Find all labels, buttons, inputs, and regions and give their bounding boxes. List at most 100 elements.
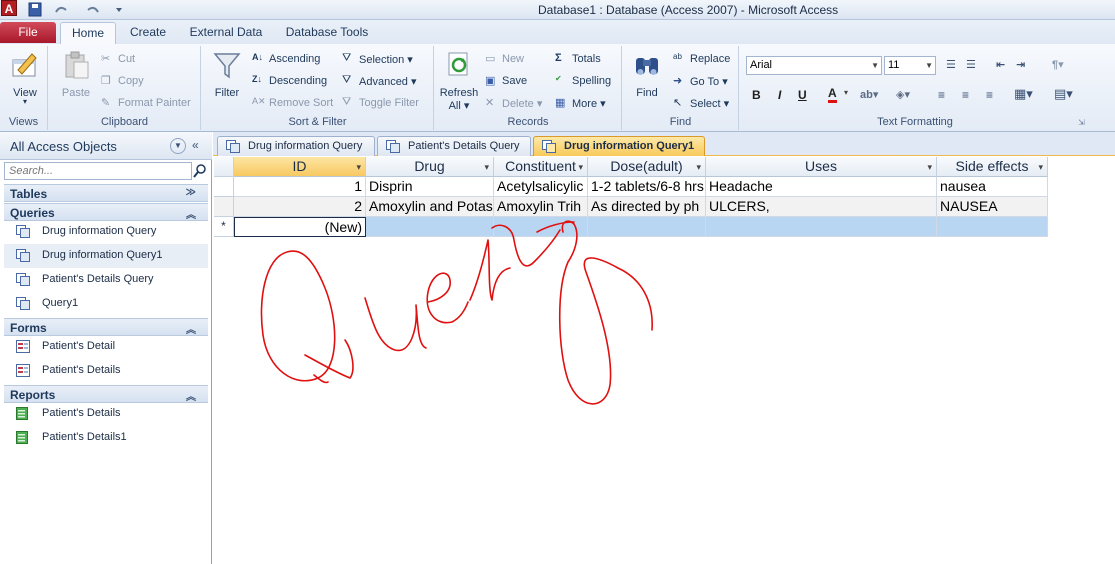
italic-button[interactable]: I <box>778 88 781 102</box>
cell-side-effects[interactable]: NAUSEA <box>937 197 1048 217</box>
nav-item-form[interactable]: Patient's Detail <box>4 335 208 359</box>
nav-section-queries[interactable]: Queries ︽ <box>4 203 208 221</box>
chevron-down-icon[interactable]: ▾ <box>484 158 489 176</box>
totals-button[interactable]: Σ Totals <box>555 52 601 66</box>
chevron-down-icon[interactable]: ▼ <box>170 138 186 154</box>
doc-tab-drug-information-query[interactable]: Drug information Query <box>217 136 375 156</box>
selection-button[interactable]: ⛛ Selection ▾ <box>342 52 413 66</box>
select-all-corner[interactable] <box>214 157 234 177</box>
spelling-button[interactable]: ✔ Spelling <box>555 74 611 88</box>
bullet-list-icon[interactable]: ☰ <box>946 58 956 71</box>
paragraph-icon[interactable]: ¶▾ <box>1052 58 1064 71</box>
tab-database-tools[interactable]: Database Tools <box>280 22 374 44</box>
cell-drug[interactable]: Disprin <box>366 177 494 197</box>
nav-item-query[interactable]: Drug information Query1 <box>4 244 208 268</box>
underline-button[interactable]: U <box>798 88 807 102</box>
font-size-select[interactable]: 11 ▼ <box>884 56 936 75</box>
cell-dose-adult[interactable]: As directed by ph <box>588 197 706 217</box>
more-button[interactable]: ▦ More ▾ <box>555 96 606 110</box>
cell-dose-adult[interactable]: 1-2 tablets/6-8 hrs <box>588 177 706 197</box>
ascending-button[interactable]: A↓ Ascending <box>252 52 320 66</box>
nav-section-tables[interactable]: Tables ≫ <box>4 184 208 202</box>
new-row-marker[interactable]: * <box>214 217 234 237</box>
cell-side-effects[interactable]: nausea <box>937 177 1048 197</box>
nav-section-forms[interactable]: Forms ︽ <box>4 318 208 336</box>
align-left-icon[interactable]: ≡ <box>938 88 945 102</box>
cell-uses[interactable]: Headache <box>706 177 937 197</box>
toggle-filter-button[interactable]: ⛛ Toggle Filter <box>342 96 419 110</box>
fill-color-icon[interactable]: ◈▾ <box>896 88 910 101</box>
doc-tab-drug-information-query1[interactable]: Drug information Query1 <box>533 136 705 156</box>
nav-item-form[interactable]: Patient's Details <box>4 359 208 383</box>
column-header-side-effects[interactable]: Side effects ▾ <box>937 157 1048 177</box>
nav-item-query[interactable]: Drug information Query <box>4 220 208 244</box>
gridlines-icon[interactable]: ▦▾ <box>1014 86 1033 102</box>
new-record-cell[interactable] <box>706 217 937 237</box>
find-button[interactable]: Find <box>627 50 667 99</box>
new-record-cell[interactable] <box>937 217 1048 237</box>
cell-id[interactable]: 2 <box>234 197 366 217</box>
copy-button[interactable]: ❐ Copy <box>101 74 144 88</box>
new-record-id-cell[interactable]: (New) <box>234 217 366 237</box>
select-button[interactable]: ↖ Select ▾ <box>673 96 729 110</box>
bold-button[interactable]: B <box>752 88 761 102</box>
column-header-uses[interactable]: Uses ▾ <box>706 157 937 177</box>
doc-tab-patients-details-query[interactable]: Patient's Details Query <box>377 136 531 156</box>
dialog-launcher-icon[interactable]: ⇲ <box>1078 118 1085 127</box>
nav-search-input[interactable] <box>4 162 192 180</box>
chevron-down-icon[interactable]: ▾ <box>356 158 361 176</box>
cell-drug[interactable]: Amoxylin and Potas <box>366 197 494 217</box>
highlight-icon[interactable]: ab▾ <box>860 88 878 101</box>
goto-button[interactable]: ➜ Go To ▾ <box>673 74 728 88</box>
advanced-button[interactable]: ⛛ Advanced ▾ <box>342 74 417 88</box>
nav-item-query[interactable]: Patient's Details Query <box>4 268 208 292</box>
decrease-indent-icon[interactable]: ⇤ <box>996 58 1005 71</box>
filter-button[interactable]: Filter <box>208 50 246 99</box>
chevron-down-icon[interactable]: ▾ <box>844 88 848 97</box>
row-selector[interactable] <box>214 197 234 217</box>
column-header-dose-adult[interactable]: Dose(adult) ▾ <box>588 157 706 177</box>
replace-button[interactable]: ab Replace <box>673 52 730 66</box>
quick-access-toolbar[interactable] <box>26 2 126 18</box>
save-button[interactable]: ▣ Save <box>485 74 527 88</box>
alternate-row-color-icon[interactable]: ▤▾ <box>1054 86 1073 102</box>
cut-button[interactable]: ✂ Cut <box>101 52 135 66</box>
column-header-constituent[interactable]: Constituent ▾ <box>494 157 588 177</box>
format-painter-button[interactable]: ✎ Format Painter <box>101 96 191 110</box>
new-record-cell[interactable] <box>366 217 494 237</box>
chevron-down-icon[interactable]: ▾ <box>696 158 701 176</box>
numbered-list-icon[interactable]: ☰ <box>966 58 976 71</box>
remove-sort-button[interactable]: A✕ Remove Sort <box>252 96 333 110</box>
new-record-button[interactable]: ▭ New <box>485 52 524 66</box>
chevron-down-icon[interactable]: ▾ <box>578 158 583 176</box>
paste-button[interactable]: Paste <box>57 50 95 99</box>
tab-create[interactable]: Create <box>122 22 174 44</box>
nav-section-reports[interactable]: Reports ︽ <box>4 385 208 403</box>
chevron-down-icon[interactable]: ▾ <box>1038 158 1043 176</box>
nav-item-report[interactable]: Patient's Details <box>4 402 208 426</box>
descending-button[interactable]: Z↓ Descending <box>252 74 327 88</box>
cell-constituent[interactable]: Amoxylin Trih <box>494 197 588 217</box>
font-name-select[interactable]: Arial ▼ <box>746 56 882 75</box>
column-header-drug[interactable]: Drug ▾ <box>366 157 494 177</box>
tab-file[interactable]: File <box>0 22 56 43</box>
tab-external-data[interactable]: External Data <box>184 22 268 44</box>
new-record-cell[interactable] <box>494 217 588 237</box>
shutter-bar-close-icon[interactable]: « <box>192 138 199 152</box>
cell-uses[interactable]: ULCERS, <box>706 197 937 217</box>
refresh-all-button[interactable]: Refresh All ▾ <box>439 50 479 112</box>
new-record-cell[interactable] <box>588 217 706 237</box>
increase-indent-icon[interactable]: ⇥ <box>1016 58 1025 71</box>
tab-home[interactable]: Home <box>60 22 116 44</box>
view-button[interactable]: View ▾ <box>8 50 42 106</box>
align-center-icon[interactable]: ≡ <box>962 88 969 102</box>
search-icon[interactable] <box>192 162 208 180</box>
delete-button[interactable]: ✕ Delete ▾ <box>485 96 542 110</box>
cell-id[interactable]: 1 <box>234 177 366 197</box>
column-header-id[interactable]: ID ▾ <box>234 157 366 177</box>
align-right-icon[interactable]: ≡ <box>986 88 993 102</box>
nav-item-query[interactable]: Query1 <box>4 292 208 316</box>
nav-item-report[interactable]: Patient's Details1 <box>4 426 208 450</box>
access-app-icon[interactable]: A <box>1 0 17 16</box>
font-color-icon[interactable]: A <box>828 86 837 103</box>
